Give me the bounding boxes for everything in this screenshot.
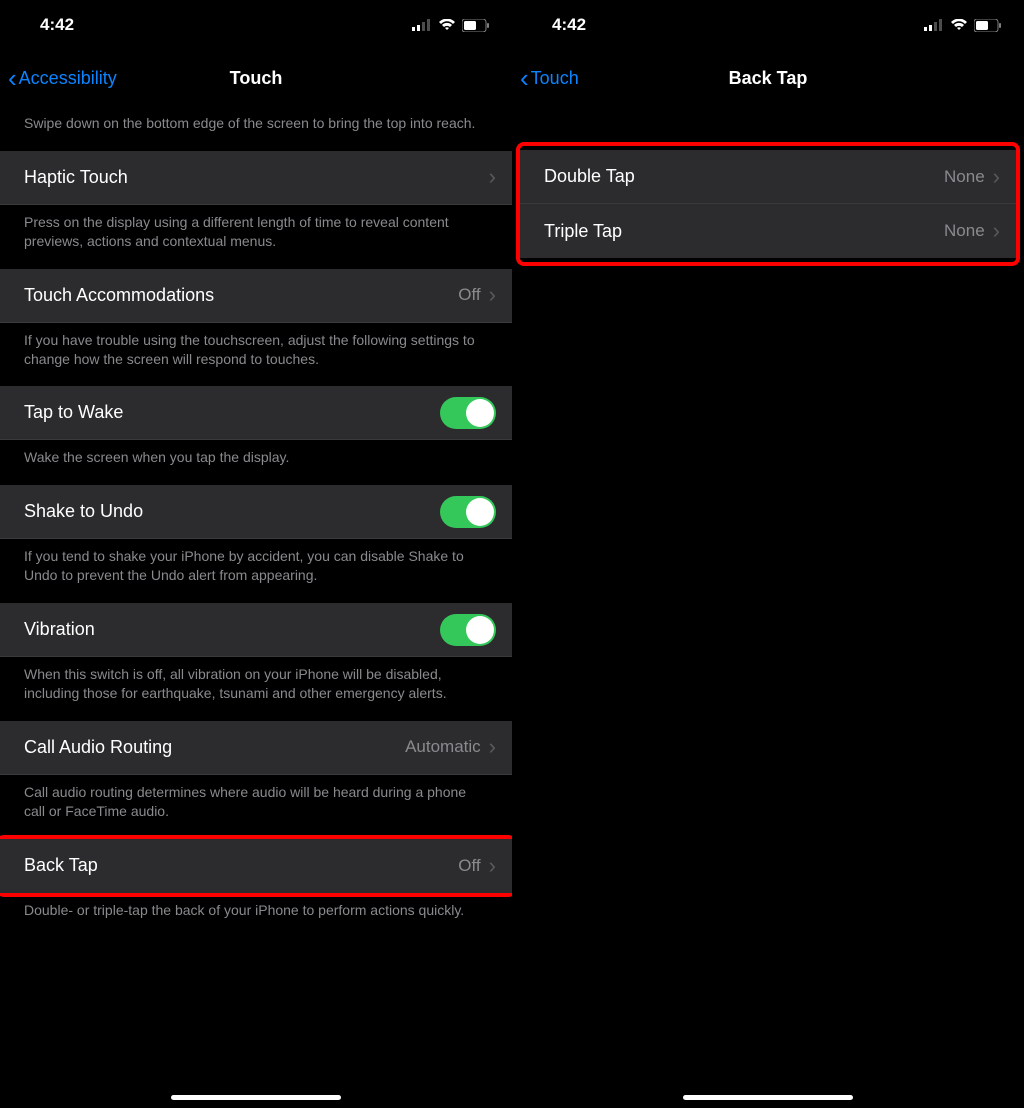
row-label: Vibration	[24, 619, 95, 640]
toggle-on-icon[interactable]	[440, 496, 496, 528]
back-button[interactable]: ‹ Accessibility	[8, 65, 117, 91]
row-value: Off	[458, 285, 480, 305]
status-icons	[924, 19, 1002, 32]
back-button[interactable]: ‹ Touch	[520, 65, 579, 91]
back-label: Touch	[531, 68, 579, 89]
chevron-left-icon: ‹	[520, 65, 529, 91]
nav-bar: ‹ Accessibility Touch	[0, 50, 512, 106]
row-triple-tap[interactable]: Triple Tap None ›	[520, 204, 1016, 258]
haptic-touch-footer: Press on the display using a different l…	[0, 205, 512, 269]
row-label: Shake to Undo	[24, 501, 143, 522]
page-title: Touch	[230, 68, 283, 89]
back-tap-group: Back Tap Off › Double- or triple-tap the…	[0, 835, 512, 938]
row-label: Touch Accommodations	[24, 285, 214, 306]
row-call-audio-routing[interactable]: Call Audio Routing Automatic ›	[0, 721, 512, 775]
row-label: Back Tap	[24, 855, 98, 876]
battery-icon	[974, 19, 1002, 32]
row-touch-accommodations[interactable]: Touch Accommodations Off ›	[0, 269, 512, 323]
row-label: Haptic Touch	[24, 167, 128, 188]
status-time: 4:42	[40, 15, 74, 35]
status-icons	[412, 19, 490, 32]
shake-to-undo-footer: If you tend to shake your iPhone by acci…	[0, 539, 512, 603]
call-audio-group: Call Audio Routing Automatic › Call audi…	[0, 721, 512, 839]
right-phone-back-tap-settings: 4:42 ‹ Touch Back Tap Double Tap	[512, 0, 1024, 1108]
highlight-annotation: Double Tap None › Triple Tap None ›	[516, 142, 1020, 266]
chevron-right-icon: ›	[489, 853, 496, 879]
haptic-touch-group: Haptic Touch › Press on the display usin…	[0, 151, 512, 269]
back-label: Accessibility	[19, 68, 117, 89]
row-label: Call Audio Routing	[24, 737, 172, 758]
page-title: Back Tap	[729, 68, 808, 89]
shake-to-undo-group: Shake to Undo If you tend to shake your …	[0, 485, 512, 603]
chevron-right-icon: ›	[489, 164, 496, 190]
row-tap-to-wake[interactable]: Tap to Wake	[0, 386, 512, 440]
row-value: None	[944, 221, 985, 241]
status-time: 4:42	[552, 15, 586, 35]
back-tap-footer: Double- or triple-tap the back of your i…	[0, 893, 512, 938]
home-indicator[interactable]	[171, 1095, 341, 1100]
tap-to-wake-group: Tap to Wake Wake the screen when you tap…	[0, 386, 512, 485]
row-label: Tap to Wake	[24, 402, 123, 423]
wifi-icon	[950, 19, 968, 32]
settings-content[interactable]: Double Tap None › Triple Tap None ›	[512, 106, 1024, 266]
highlight-annotation: Back Tap Off ›	[0, 835, 512, 897]
row-back-tap[interactable]: Back Tap Off ›	[0, 839, 512, 893]
chevron-right-icon: ›	[993, 218, 1000, 244]
toggle-on-icon[interactable]	[440, 397, 496, 429]
row-shake-to-undo[interactable]: Shake to Undo	[0, 485, 512, 539]
touch-accommodations-group: Touch Accommodations Off › If you have t…	[0, 269, 512, 387]
status-bar: 4:42	[512, 0, 1024, 50]
signal-icon	[412, 19, 432, 31]
chevron-right-icon: ›	[489, 734, 496, 760]
settings-content[interactable]: Swipe down on the bottom edge of the scr…	[0, 106, 512, 1104]
left-phone-touch-settings: 4:42 ‹ Accessibility Touch Swipe down on…	[0, 0, 512, 1108]
vibration-footer: When this switch is off, all vibration o…	[0, 657, 512, 721]
touch-accommodations-footer: If you have trouble using the touchscree…	[0, 323, 512, 387]
home-indicator[interactable]	[683, 1095, 853, 1100]
row-double-tap[interactable]: Double Tap None ›	[520, 150, 1016, 204]
signal-icon	[924, 19, 944, 31]
chevron-right-icon: ›	[993, 164, 1000, 190]
vibration-group: Vibration When this switch is off, all v…	[0, 603, 512, 721]
row-label: Triple Tap	[544, 221, 622, 242]
tap-to-wake-footer: Wake the screen when you tap the display…	[0, 440, 512, 485]
status-bar: 4:42	[0, 0, 512, 50]
row-label: Double Tap	[544, 166, 635, 187]
call-audio-footer: Call audio routing determines where audi…	[0, 775, 512, 839]
row-value: Off	[458, 856, 480, 876]
row-value: Automatic	[405, 737, 481, 757]
row-vibration[interactable]: Vibration	[0, 603, 512, 657]
row-value: None	[944, 167, 985, 187]
reachability-footer: Swipe down on the bottom edge of the scr…	[0, 106, 512, 151]
toggle-on-icon[interactable]	[440, 614, 496, 646]
nav-bar: ‹ Touch Back Tap	[512, 50, 1024, 106]
chevron-left-icon: ‹	[8, 65, 17, 91]
row-haptic-touch[interactable]: Haptic Touch ›	[0, 151, 512, 205]
battery-icon	[462, 19, 490, 32]
chevron-right-icon: ›	[489, 282, 496, 308]
wifi-icon	[438, 19, 456, 32]
